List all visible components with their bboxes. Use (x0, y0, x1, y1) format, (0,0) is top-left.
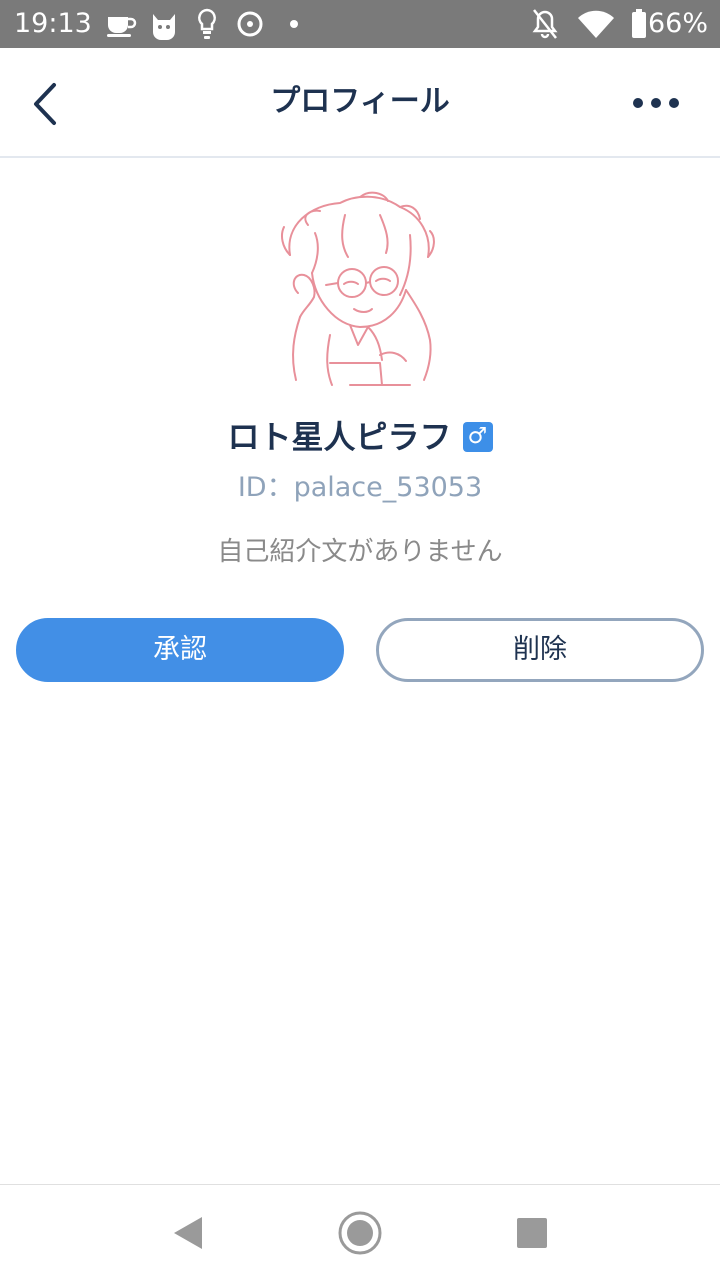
lightbulb-icon (198, 8, 216, 39)
profile-name-row: ロト星人ピラフ ♂ (0, 412, 720, 462)
nav-back-button[interactable] (164, 1209, 212, 1257)
wifi-icon (578, 10, 614, 38)
profile-name: ロト星人ピラフ (227, 418, 452, 456)
status-time: 19:13 (14, 8, 92, 39)
more-button[interactable] (626, 86, 686, 120)
status-bar: 19:13 66% (0, 0, 720, 48)
system-nav-bar (0, 1184, 720, 1280)
nav-recents-icon (517, 1218, 547, 1248)
more-dots-icon (633, 98, 679, 108)
dot-icon (290, 20, 298, 28)
app-header: プロフィール (0, 48, 720, 158)
avatar[interactable] (260, 185, 460, 395)
nav-recents-button[interactable] (508, 1209, 556, 1257)
avatar-illustration (281, 191, 435, 386)
battery-icon (632, 9, 646, 38)
bell-off-icon (532, 9, 558, 39)
nav-back-icon (174, 1217, 202, 1249)
profile-id: ID：palace_53053 (237, 472, 483, 503)
profile-bio: 自己紹介文がありません (217, 537, 503, 567)
approve-button[interactable]: 承認 (16, 618, 344, 682)
delete-button[interactable]: 削除 (376, 618, 704, 682)
disc-icon (237, 11, 263, 37)
battery-percent: 66% (647, 8, 708, 39)
cup-icon (107, 17, 137, 37)
page-title: プロフィール (270, 84, 450, 119)
nav-home-button[interactable] (336, 1209, 384, 1257)
male-icon: ♂ (462, 422, 493, 452)
nav-home-icon (338, 1211, 382, 1255)
cat-icon (153, 14, 175, 40)
